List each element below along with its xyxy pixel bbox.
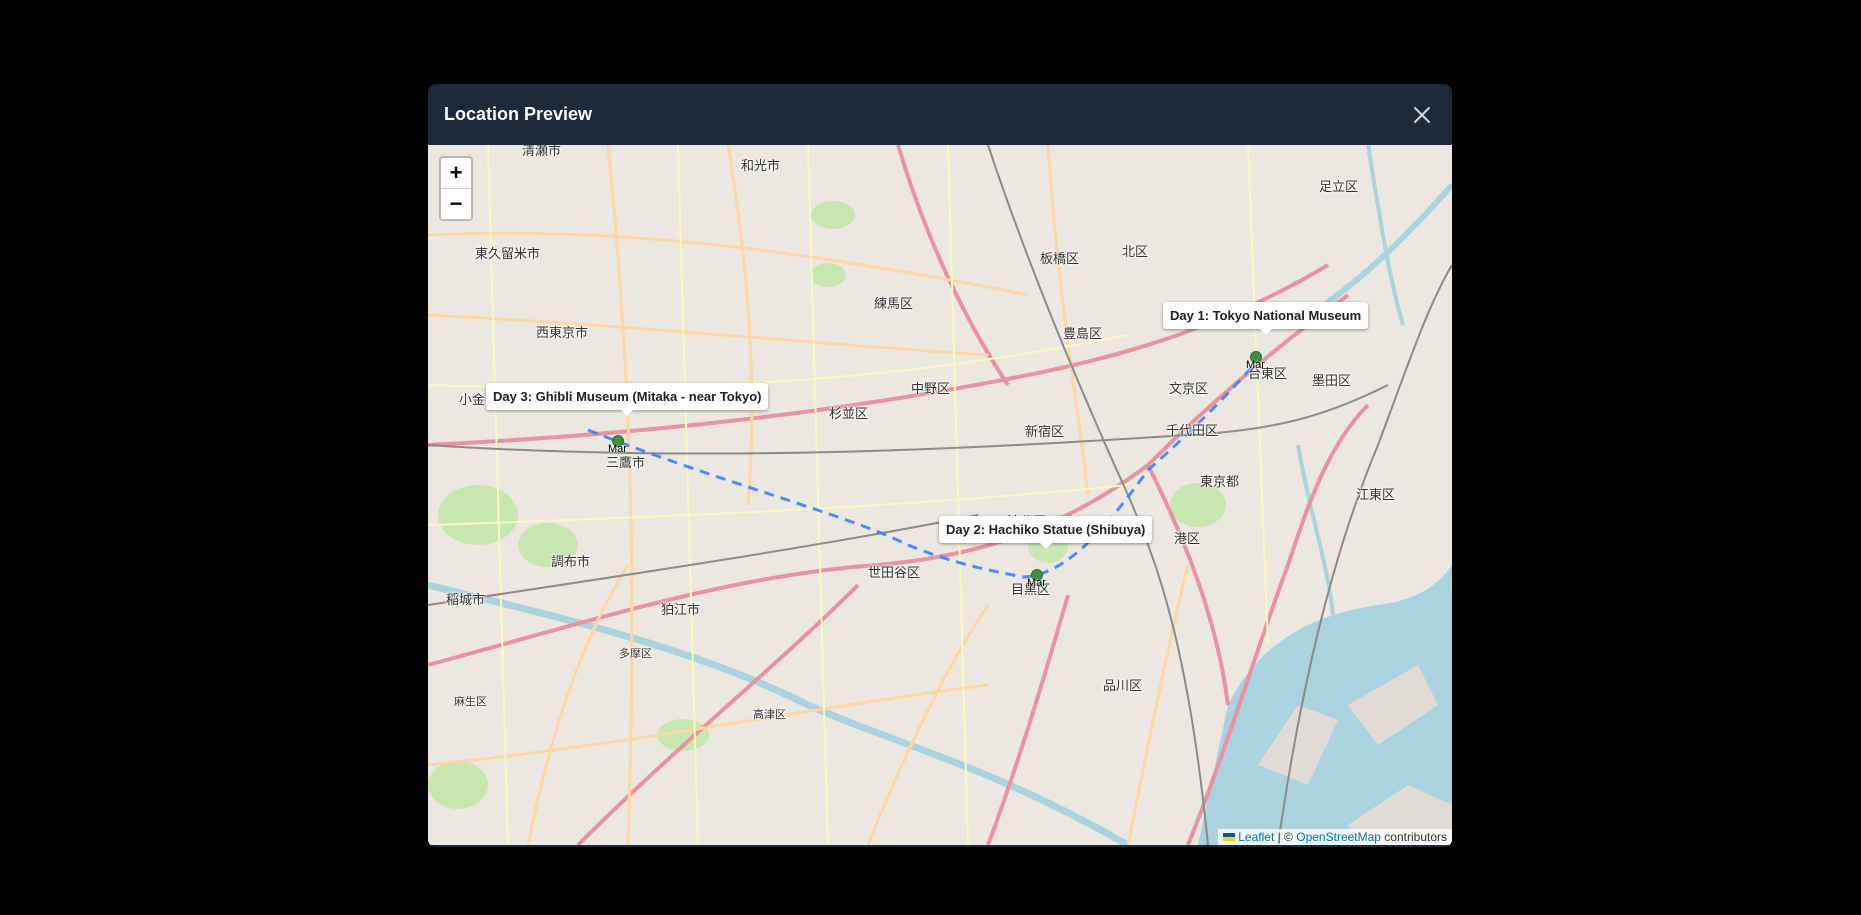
zoom-in-button[interactable]: + bbox=[441, 158, 471, 188]
place-label: 世田谷区 bbox=[868, 565, 921, 580]
place-label: 多摩区 bbox=[619, 648, 652, 660]
marker-alt-text: Mar bbox=[608, 443, 627, 455]
marker-tooltip-day2: Day 2: Hachiko Statue (Shibuya) bbox=[939, 516, 1153, 549]
leaflet-link[interactable]: Leaflet bbox=[1238, 830, 1274, 844]
place-label: 品川区 bbox=[1103, 678, 1143, 693]
place-label: 麻生区 bbox=[454, 696, 487, 708]
place-label: 新宿区 bbox=[1025, 424, 1065, 439]
place-label: 練馬区 bbox=[874, 296, 914, 311]
place-label: 豊島区 bbox=[1063, 326, 1103, 341]
place-label: 杉並区 bbox=[829, 406, 869, 421]
map-marker-day1[interactable]: Mar bbox=[1246, 351, 1276, 371]
place-label: 西東京市 bbox=[536, 325, 589, 340]
openstreetmap-link[interactable]: OpenStreetMap bbox=[1296, 830, 1381, 844]
place-label: 高津区 bbox=[753, 709, 786, 721]
place-label: 中野区 bbox=[911, 381, 951, 396]
map-marker-day3[interactable]: Mar bbox=[608, 435, 638, 455]
map-view[interactable]: 清瀬市 和光市 足立区 東久留米市 板橋区 北区 練馬区 西東京市 豊島区 中野… bbox=[428, 145, 1452, 845]
place-label: 清瀬市 bbox=[522, 145, 562, 158]
place-label: 東京都 bbox=[1200, 474, 1240, 489]
close-button[interactable] bbox=[1408, 101, 1436, 129]
place-label: 文京区 bbox=[1169, 381, 1209, 396]
zoom-control: + − bbox=[439, 156, 473, 221]
place-label: 板橋区 bbox=[1040, 251, 1080, 266]
attribution-separator: | © bbox=[1274, 830, 1297, 844]
place-label: 江東区 bbox=[1356, 487, 1396, 502]
map-tiles bbox=[428, 145, 1452, 845]
place-label: 北区 bbox=[1122, 244, 1149, 259]
place-label: 港区 bbox=[1174, 531, 1201, 546]
modal-header: Location Preview bbox=[428, 84, 1452, 145]
place-label: 墨田区 bbox=[1312, 373, 1352, 388]
attribution-suffix: contributors bbox=[1380, 830, 1447, 844]
marker-tooltip-day3: Day 3: Ghibli Museum (Mitaka - near Toky… bbox=[486, 383, 769, 416]
place-label: 稲城市 bbox=[446, 592, 486, 607]
place-label: 東久留米市 bbox=[475, 246, 541, 261]
marker-alt-text: Mar bbox=[1027, 577, 1046, 589]
close-icon bbox=[1414, 106, 1430, 123]
place-label: 足立区 bbox=[1319, 179, 1359, 194]
marker-alt-text: Mar bbox=[1246, 359, 1265, 371]
zoom-out-button[interactable]: − bbox=[441, 188, 471, 219]
modal-title: Location Preview bbox=[444, 104, 593, 124]
place-label: 千代田区 bbox=[1166, 423, 1219, 438]
map-marker-day2[interactable]: Mar bbox=[1027, 569, 1057, 589]
place-label: 和光市 bbox=[741, 158, 781, 173]
location-preview-modal: Location Preview 清瀬市 和光市 足立区 東久留米市 板橋区 北… bbox=[428, 84, 1452, 847]
place-label: 調布市 bbox=[551, 554, 591, 569]
place-label: 狛江市 bbox=[661, 602, 701, 617]
map-attribution: Leaflet | © OpenStreetMap contributors bbox=[1218, 829, 1452, 845]
ukraine-flag-icon bbox=[1223, 833, 1236, 841]
marker-tooltip-day1: Day 1: Tokyo National Museum bbox=[1163, 302, 1369, 335]
